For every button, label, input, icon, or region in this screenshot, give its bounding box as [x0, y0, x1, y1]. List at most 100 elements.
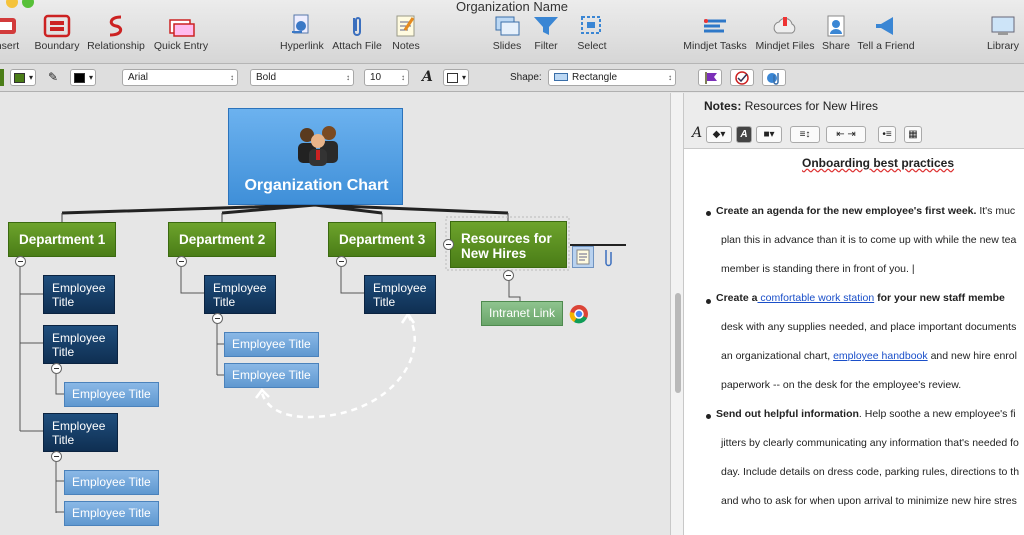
mindjet-tasks-label: Mindjet Tasks [683, 40, 747, 52]
tasks-icon [704, 19, 726, 33]
vertical-scrollbar[interactable] [670, 93, 684, 535]
collapse-toggle[interactable] [15, 256, 26, 267]
pen-icon: ✎ [48, 70, 59, 84]
notes-title: Onboarding best practices [802, 156, 955, 170]
employee-title-topic[interactable]: Employee Title [64, 382, 159, 407]
employee-topic[interactable]: Employee Title [204, 275, 276, 314]
department-1-label: Department 1 [19, 232, 106, 247]
employee-title-topic[interactable]: Employee Title [64, 470, 159, 495]
collapse-toggle[interactable] [336, 256, 347, 267]
employee-title-topic[interactable]: Employee Title [64, 501, 159, 526]
notes-editor[interactable]: Onboarding best practices Create an agen… [684, 150, 1024, 535]
employee-title-topic[interactable]: Employee Title [224, 332, 319, 357]
boundary-button[interactable]: Boundary [32, 14, 82, 52]
font-weight-select[interactable]: Bold ↕ [250, 69, 354, 86]
intranet-link-topic[interactable]: Intranet Link [481, 301, 563, 326]
indent-buttons[interactable]: ⇤ ⇥ [826, 126, 866, 143]
map-canvas[interactable]: Organization Chart Department 1 Departme… [0, 93, 670, 535]
rectangle-shape-icon [554, 73, 568, 82]
department-1-topic[interactable]: Department 1 [8, 222, 116, 257]
slides-button[interactable]: Slides [490, 14, 524, 52]
highlight-color-picker[interactable]: ◆▾ [706, 126, 732, 143]
employee-topic[interactable]: Employee Title [43, 275, 115, 314]
collapse-toggle[interactable] [176, 256, 187, 267]
notes-line: desk with any supplies needed, and place… [721, 321, 1017, 333]
mindjet-tasks-button[interactable]: Mindjet Tasks [682, 14, 748, 52]
employee-line1: Employee [373, 281, 427, 295]
fill-color-picker[interactable]: ▾ [10, 69, 36, 86]
font-icon[interactable]: A [692, 125, 702, 141]
tell-a-friend-label: Tell a Friend [857, 40, 915, 52]
font-family-select[interactable]: Arial ↕ [122, 69, 238, 86]
hyperlink-icon [292, 14, 309, 34]
resources-label: Resources for New Hires [461, 231, 552, 261]
collapse-toggle[interactable] [503, 270, 514, 281]
hyperlink-button[interactable]: Hyperlink [280, 14, 324, 52]
task-marker-button[interactable] [730, 69, 754, 86]
scrollbar-thumb[interactable] [675, 293, 681, 393]
fill-bucket-icon[interactable] [0, 69, 4, 86]
notes-format-toolbar: A ◆▾ A ■▾ ≡↕ ⇤ ⇥ •≡ ▦ [684, 119, 1024, 149]
employee-topic[interactable]: Employee Title [43, 325, 118, 364]
resources-topic[interactable]: Resources for New Hires [450, 221, 567, 268]
share-button[interactable]: Share [820, 14, 852, 52]
select-button[interactable]: Select [574, 14, 610, 52]
employee-title-topic[interactable]: Employee Title [224, 363, 319, 388]
slides-icon [495, 16, 520, 36]
department-2-topic[interactable]: Department 2 [168, 222, 276, 257]
relationship-button[interactable]: Relationship [86, 14, 146, 52]
employee-line2: Title [213, 295, 236, 309]
notes-line: Create a comfortable work station for yo… [716, 292, 1005, 304]
library-icon [991, 16, 1015, 35]
employee-topic[interactable]: Employee Title [43, 413, 118, 452]
employee-line2: Title [373, 295, 396, 309]
text-color-icon[interactable]: A [736, 126, 752, 143]
boundary-label: Boundary [34, 40, 80, 52]
employee-topic[interactable]: Employee Title [364, 275, 436, 314]
line-color-picker[interactable]: ▾ [70, 69, 96, 86]
text-color-picker[interactable]: ▾ [443, 69, 469, 86]
table-button[interactable]: ▦ [904, 126, 922, 143]
select-icon [581, 16, 601, 34]
collapse-toggle[interactable] [212, 313, 223, 324]
bullet-list-button[interactable]: •≡ [878, 126, 896, 143]
text-color-picker[interactable]: ■▾ [756, 126, 782, 143]
list-bullet [706, 414, 711, 419]
align-left-button[interactable]: ≡↕ [790, 126, 820, 143]
tell-a-friend-button[interactable]: Tell a Friend [856, 14, 916, 52]
paperclip-icon [353, 17, 361, 36]
central-topic[interactable]: Organization Chart [228, 108, 403, 205]
text-color-icon[interactable]: A [422, 69, 433, 85]
note-attachment-icon[interactable] [572, 246, 594, 268]
notes-header: Notes: Resources for New Hires [684, 93, 1024, 119]
attachment-marker-button[interactable] [762, 69, 786, 86]
paperclip-icon[interactable] [602, 247, 614, 269]
select-label: Select [577, 40, 607, 52]
intranet-link-label: Intranet Link [489, 306, 556, 320]
employee-handbook-link[interactable]: employee handbook [833, 350, 928, 362]
employee-line2: Title [52, 345, 75, 359]
work-station-link[interactable]: comfortable work station [757, 292, 874, 304]
boundary-icon [43, 14, 71, 38]
filter-label: Filter [534, 40, 558, 52]
updown-icon: ↕ [668, 73, 672, 82]
collapse-toggle[interactable] [51, 363, 62, 374]
shape-select[interactable]: Rectangle ↕ [548, 69, 676, 86]
list-bullet [706, 299, 711, 304]
chevron-down-icon: ▾ [461, 73, 466, 82]
flag-marker-button[interactable] [698, 69, 722, 86]
mindjet-files-button[interactable]: Mindjet Files [754, 14, 816, 52]
insert-button[interactable]: Insert [0, 14, 26, 52]
filter-button[interactable]: Filter [528, 14, 564, 52]
collapse-toggle[interactable] [51, 451, 62, 462]
notes-button[interactable]: Notes [388, 14, 424, 52]
quick-entry-button[interactable]: Quick Entry [152, 14, 210, 52]
share-label: Share [821, 40, 851, 52]
department-3-topic[interactable]: Department 3 [328, 222, 436, 257]
library-button[interactable]: Library [984, 14, 1022, 52]
collapse-toggle[interactable] [443, 239, 454, 250]
attach-file-button[interactable]: Attach File [332, 14, 382, 52]
font-size-select[interactable]: 10 ↕ [364, 69, 409, 86]
relationship-label: Relationship [87, 40, 145, 52]
chrome-icon[interactable] [569, 304, 589, 324]
